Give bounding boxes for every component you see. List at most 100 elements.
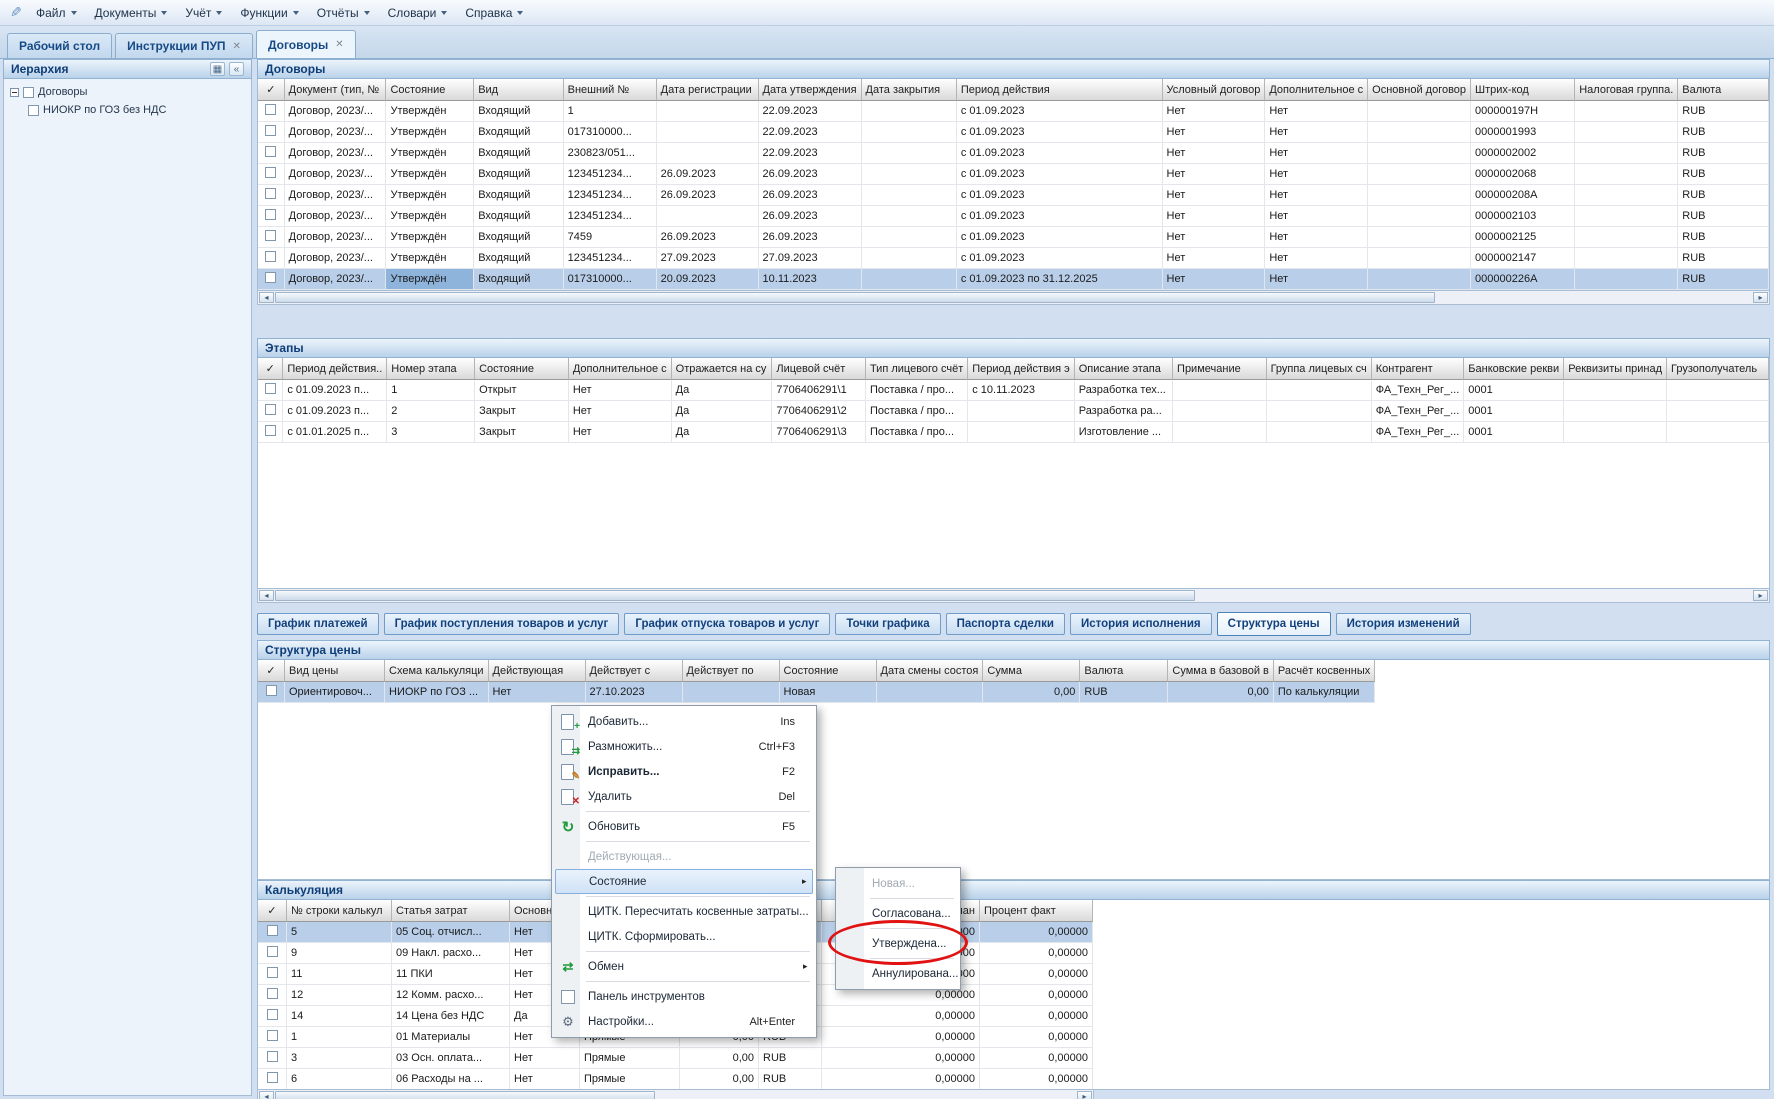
menu-item[interactable]: Панель инструментов xyxy=(555,984,813,1009)
grid-row[interactable]: Договор, 2023/...УтверждёнВходящий017310… xyxy=(258,122,1769,143)
menubar-item[interactable]: Файл xyxy=(27,2,86,24)
scroll-left-icon[interactable] xyxy=(259,1091,274,1099)
column-header[interactable]: ✓ xyxy=(258,358,283,380)
column-header[interactable]: Вид xyxy=(474,79,563,101)
grid-row[interactable]: Договор, 2023/...УтверждёнВходящий123451… xyxy=(258,248,1769,269)
column-header[interactable]: Период действия xyxy=(957,79,1163,101)
column-header[interactable]: Контрагент xyxy=(1372,358,1465,380)
grid-row[interactable]: Договор, 2023/...УтверждёнВходящий230823… xyxy=(258,143,1769,164)
row-checkbox-icon[interactable] xyxy=(265,425,276,436)
menubar-item[interactable]: Документы xyxy=(86,2,177,24)
grid-row[interactable]: 303 Осн. оплата...НетПрямые0,00RUB0,0000… xyxy=(258,1048,1093,1069)
row-checkbox-icon[interactable] xyxy=(267,1072,278,1083)
collapse-expander-icon[interactable] xyxy=(10,88,19,97)
column-header[interactable]: Дата регистрации xyxy=(657,79,759,101)
menu-item[interactable]: Новая... xyxy=(839,871,957,896)
menu-item[interactable]: Согласована... xyxy=(839,901,957,926)
column-header[interactable]: Группа лицевых сч xyxy=(1267,358,1372,380)
column-header[interactable]: Документ (тип, № xyxy=(285,79,387,101)
menubar-item[interactable]: Словари xyxy=(379,2,457,24)
grid-row[interactable]: с 01.09.2023 п...1ОткрытНетДа7706406291\… xyxy=(258,380,1769,401)
subtab-button[interactable]: История исполнения xyxy=(1070,613,1212,635)
row-checkbox-icon[interactable] xyxy=(267,967,278,978)
node-checkbox[interactable] xyxy=(23,87,34,98)
grid-row[interactable]: Договор, 2023/...УтверждёнВходящий017310… xyxy=(258,269,1769,290)
scroll-right-icon[interactable] xyxy=(1077,1091,1092,1099)
collapse-panel-icon[interactable]: « xyxy=(229,62,244,76)
column-header[interactable]: Номер этапа xyxy=(387,358,475,380)
scroll-right-icon[interactable] xyxy=(1753,292,1768,303)
row-checkbox-icon[interactable] xyxy=(267,925,278,936)
row-checkbox-icon[interactable] xyxy=(265,167,276,178)
row-checkbox-icon[interactable] xyxy=(265,104,276,115)
grid-row[interactable]: с 01.01.2025 п...3ЗакрытНетДа7706406291\… xyxy=(258,422,1769,443)
node-checkbox[interactable] xyxy=(28,105,39,116)
menubar-item[interactable]: Справка xyxy=(456,2,532,24)
row-checkbox-icon[interactable] xyxy=(267,988,278,999)
subtab-button[interactable]: График платежей xyxy=(257,613,379,635)
column-header[interactable]: Реквизиты принад xyxy=(1564,358,1667,380)
row-checkbox-icon[interactable] xyxy=(265,146,276,157)
column-header[interactable]: ✓ xyxy=(258,900,287,922)
column-header[interactable]: Примечание xyxy=(1173,358,1267,380)
row-checkbox-icon[interactable] xyxy=(265,272,276,283)
column-header[interactable]: ✓ xyxy=(258,79,285,101)
column-header[interactable]: Действует по xyxy=(683,660,780,682)
column-header[interactable]: Штрих-код xyxy=(1471,79,1575,101)
row-checkbox-icon[interactable] xyxy=(266,685,277,696)
grid-row[interactable]: Договор, 2023/...УтверждёнВходящий123451… xyxy=(258,164,1769,185)
scroll-right-icon[interactable] xyxy=(1753,590,1768,601)
column-header[interactable]: ✓ xyxy=(258,660,285,682)
column-header[interactable]: Вид цены xyxy=(285,660,385,682)
subtab-button[interactable]: Точки графика xyxy=(835,613,940,635)
row-checkbox-icon[interactable] xyxy=(265,383,276,394)
subtab-button[interactable]: Структура цены xyxy=(1217,612,1331,636)
column-header[interactable]: Дата смены состоя xyxy=(877,660,984,682)
row-checkbox-icon[interactable] xyxy=(267,1051,278,1062)
column-header[interactable]: Описание этапа xyxy=(1075,358,1173,380)
column-header[interactable]: Сумма xyxy=(983,660,1080,682)
column-header[interactable]: Отражается на су xyxy=(672,358,773,380)
column-header[interactable]: Дата закрытия xyxy=(862,79,957,101)
column-header[interactable]: Сумма в базовой в xyxy=(1168,660,1273,682)
column-header[interactable]: Дата утверждения xyxy=(759,79,862,101)
menu-item[interactable]: ЦИТК. Сформировать... xyxy=(555,924,813,949)
scrollbar-thumb[interactable] xyxy=(275,590,1195,601)
column-header[interactable]: Расчёт косвенных xyxy=(1274,660,1375,682)
column-header[interactable]: Грузополучатель xyxy=(1667,358,1769,380)
column-header[interactable]: Валюта xyxy=(1678,79,1769,101)
close-icon[interactable]: ✕ xyxy=(335,39,343,50)
menubar-item[interactable]: Функции xyxy=(231,2,307,24)
column-header[interactable]: Процент факт xyxy=(980,900,1093,922)
column-header[interactable]: Дополнительное с xyxy=(569,358,672,380)
column-header[interactable]: Состояние xyxy=(386,79,474,101)
grid-row[interactable]: с 01.09.2023 п...2ЗакрытНетДа7706406291\… xyxy=(258,401,1769,422)
tree-node[interactable]: Договоры xyxy=(4,83,251,101)
grid-row[interactable]: Ориентировоч...НИОКР по ГОЗ ...Нет27.10.… xyxy=(258,682,1375,703)
hierarchy-grid-icon[interactable]: ▦ xyxy=(210,62,225,76)
column-header[interactable]: Дополнительное с xyxy=(1265,79,1368,101)
column-header[interactable]: Действует с xyxy=(586,660,683,682)
row-checkbox-icon[interactable] xyxy=(265,230,276,241)
calculation-horizontal-scrollbar[interactable] xyxy=(257,1090,1094,1099)
subtab-button[interactable]: История изменений xyxy=(1336,613,1471,635)
stages-horizontal-scrollbar[interactable] xyxy=(257,589,1770,603)
column-header[interactable]: Статья затрат xyxy=(392,900,510,922)
column-header[interactable]: Налоговая группа. xyxy=(1575,79,1678,101)
scrollbar-thumb[interactable] xyxy=(275,292,1435,303)
row-checkbox-icon[interactable] xyxy=(267,946,278,957)
row-checkbox-icon[interactable] xyxy=(265,188,276,199)
scroll-left-icon[interactable] xyxy=(259,590,274,601)
row-checkbox-icon[interactable] xyxy=(265,125,276,136)
grid-row[interactable]: Договор, 2023/...УтверждёнВходящий123451… xyxy=(258,206,1769,227)
column-header[interactable]: Банковские рекви xyxy=(1464,358,1564,380)
grid-row[interactable]: Договор, 2023/...УтверждёнВходящий122.09… xyxy=(258,101,1769,122)
row-checkbox-icon[interactable] xyxy=(265,251,276,262)
grid-row[interactable]: Договор, 2023/...УтверждёнВходящий745926… xyxy=(258,227,1769,248)
column-header[interactable]: Период действия.. xyxy=(283,358,387,380)
row-checkbox-icon[interactable] xyxy=(267,1009,278,1020)
tab-item[interactable]: Рабочий стол xyxy=(7,33,112,58)
column-header[interactable]: Внешний № xyxy=(564,79,657,101)
grid-row[interactable]: Договор, 2023/...УтверждёнВходящий123451… xyxy=(258,185,1769,206)
menu-item[interactable]: Аннулирована... xyxy=(839,961,957,986)
